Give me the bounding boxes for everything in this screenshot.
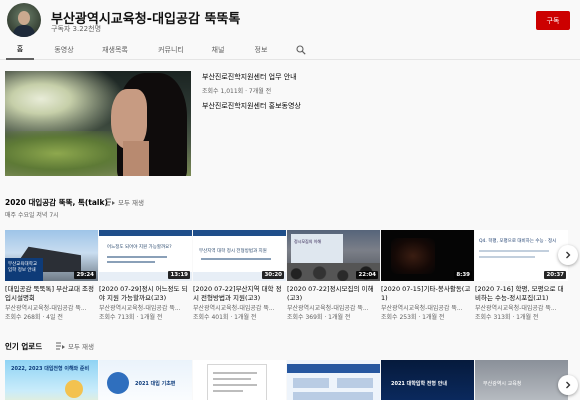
play-all-label: 모두 재생 bbox=[118, 199, 144, 207]
play-all-button[interactable]: 모두 재생 bbox=[56, 341, 94, 351]
thumb-text: 2021 대입 기초편 bbox=[135, 381, 176, 387]
video-meta: 조회수 253회 · 1개월 전 bbox=[381, 314, 445, 321]
video-thumbnail[interactable]: 부산교육대학교 입학 정보 안내 29:24 bbox=[5, 230, 98, 281]
video-channel[interactable]: 부산광역시교육청-대입공감 뚝... bbox=[193, 303, 286, 312]
video-thumbnail[interactable]: 8:39 bbox=[381, 230, 474, 281]
thumb-text: 부산광역시 교육청 bbox=[483, 381, 522, 387]
video-channel[interactable]: 부산광역시교육청-대입공감 뚝... bbox=[381, 303, 474, 312]
video-thumbnail[interactable]: 부산지역 대학 정시 전형방법과 지원 30:20 bbox=[193, 230, 286, 281]
video-thumbnail[interactable]: 정시모집의 이해 22:04 bbox=[287, 230, 380, 281]
tab-videos[interactable]: 동영상 bbox=[44, 40, 84, 60]
video-title[interactable]: [2020 07-15]기타-봉사활동(고1) bbox=[381, 285, 474, 302]
video-meta: 조회수 401회 · 1개월 전 bbox=[193, 314, 257, 321]
duration-badge: 20:37 bbox=[544, 271, 566, 279]
video-meta: 조회수 369회 · 1개월 전 bbox=[287, 314, 351, 321]
duration-badge: 29:24 bbox=[74, 271, 96, 279]
featured-video-title[interactable]: 부산진로진학지원센터 업무 안내 bbox=[202, 72, 297, 82]
thumb-text: 부산교육대학교 입학 정보 안내 bbox=[8, 262, 37, 273]
thumb-text: 2022, 2023 대입전형 이해와 준비 bbox=[11, 366, 90, 372]
channel-tab-bar: 홈 동영상 재생목록 커뮤니티 채널 정보 bbox=[0, 40, 580, 60]
play-all-button[interactable]: 모두 재생 bbox=[106, 197, 144, 207]
featured-video-description: 부산진로진학지원센터 홍보동영상 bbox=[202, 102, 301, 110]
video-thumbnail[interactable] bbox=[287, 360, 380, 400]
thumb-text: 어느정도 되어야 지원 가능할까요? bbox=[107, 245, 172, 250]
duration-badge: 30:20 bbox=[262, 271, 284, 279]
video-channel[interactable]: 부산광역시교육청-대입공감 뚝... bbox=[99, 303, 192, 312]
tab-home[interactable]: 홈 bbox=[6, 40, 34, 60]
video-thumbnail[interactable]: 2021 대학입학 전형 안내 bbox=[381, 360, 474, 400]
play-all-icon bbox=[106, 198, 115, 206]
tab-about[interactable]: 정보 bbox=[244, 40, 278, 60]
video-title[interactable]: [2020 07-22]부산지역 대학 정시 전형방법과 지원(고3) bbox=[193, 285, 286, 302]
video-thumbnail[interactable]: 어느정도 되어야 지원 가능할까요? 13:19 bbox=[99, 230, 192, 281]
play-all-icon bbox=[56, 342, 65, 350]
duration-badge: 22:04 bbox=[356, 271, 378, 279]
video-channel[interactable]: 부산광역시교육청-대입공감 뚝... bbox=[5, 303, 98, 312]
search-icon[interactable] bbox=[296, 45, 306, 55]
channel-header: 부산광역시교육청-대입공감 뚝뚝톡 구독자 3.22천명 구독 bbox=[0, 0, 580, 40]
video-title[interactable]: [2020 07-29]정시 어느정도 되야 지원 가능할까요(고3) bbox=[99, 285, 192, 302]
video-thumbnail[interactable]: Q4. 학평, 모평으로 대비하는 수능 · 정시 20:37 bbox=[475, 230, 568, 281]
chevron-right-icon bbox=[566, 251, 571, 259]
section-subtitle: 매주 수요일 저녁 7시 bbox=[5, 212, 59, 219]
play-all-label: 모두 재생 bbox=[68, 343, 94, 351]
video-meta: 조회수 313회 · 1개월 전 bbox=[475, 314, 539, 321]
video-meta: 조회수 268회 · 4일 전 bbox=[5, 314, 63, 321]
duration-badge: 8:39 bbox=[454, 271, 472, 279]
video-channel[interactable]: 부산광역시교육청-대입공감 뚝... bbox=[475, 303, 568, 312]
chevron-right-icon bbox=[566, 381, 571, 389]
thumb-text: 정시모집의 이해 bbox=[294, 239, 322, 244]
video-title[interactable]: [대입공감 뚝뚝톡] 부산교대 조정 입시설명회 bbox=[5, 285, 98, 302]
tab-channels[interactable]: 채널 bbox=[200, 40, 236, 60]
video-title[interactable]: [2020 07-22]정시모집의 이해(고3) bbox=[287, 285, 380, 302]
duration-badge: 13:19 bbox=[168, 271, 190, 279]
featured-video-meta: 조회수 1,011회 · 7개월 전 bbox=[202, 88, 272, 95]
video-channel[interactable]: 부산광역시교육청-대입공감 뚝... bbox=[287, 303, 380, 312]
subscriber-count: 구독자 3.22천명 bbox=[51, 25, 102, 33]
section-title-talk[interactable]: 2020 대입공감 뚝뚝, 톡(talk) bbox=[5, 197, 108, 208]
thumb-text: 2021 대학입학 전형 안내 bbox=[391, 381, 447, 387]
video-thumbnail[interactable]: 2021 대입 기초편 bbox=[99, 360, 192, 400]
subscribe-button[interactable]: 구독 bbox=[536, 11, 570, 30]
carousel-next-button[interactable] bbox=[558, 245, 578, 265]
video-thumbnail[interactable] bbox=[193, 360, 286, 400]
thumb-text: 부산지역 대학 정시 전형방법과 지원 bbox=[199, 249, 267, 254]
tab-community[interactable]: 커뮤니티 bbox=[148, 40, 194, 60]
video-title[interactable]: [2020 7-16] 학평, 모평으로 대비하는 수능-정시포집(고1) bbox=[475, 285, 568, 302]
video-thumbnail[interactable]: 부산광역시 교육청 bbox=[475, 360, 568, 400]
video-thumbnail[interactable]: 2022, 2023 대입전형 이해와 준비 bbox=[5, 360, 98, 400]
carousel-next-button[interactable] bbox=[558, 375, 578, 395]
section-title-popular[interactable]: 인기 업로드 bbox=[5, 341, 42, 352]
video-meta: 조회수 713회 · 1개월 전 bbox=[99, 314, 163, 321]
tab-playlists[interactable]: 재생목록 bbox=[92, 40, 138, 60]
featured-video-thumbnail[interactable] bbox=[5, 71, 191, 176]
channel-avatar[interactable] bbox=[7, 3, 41, 37]
thumb-text: Q4. 학평, 모평으로 대비하는 수능 · 정시 bbox=[479, 239, 557, 244]
